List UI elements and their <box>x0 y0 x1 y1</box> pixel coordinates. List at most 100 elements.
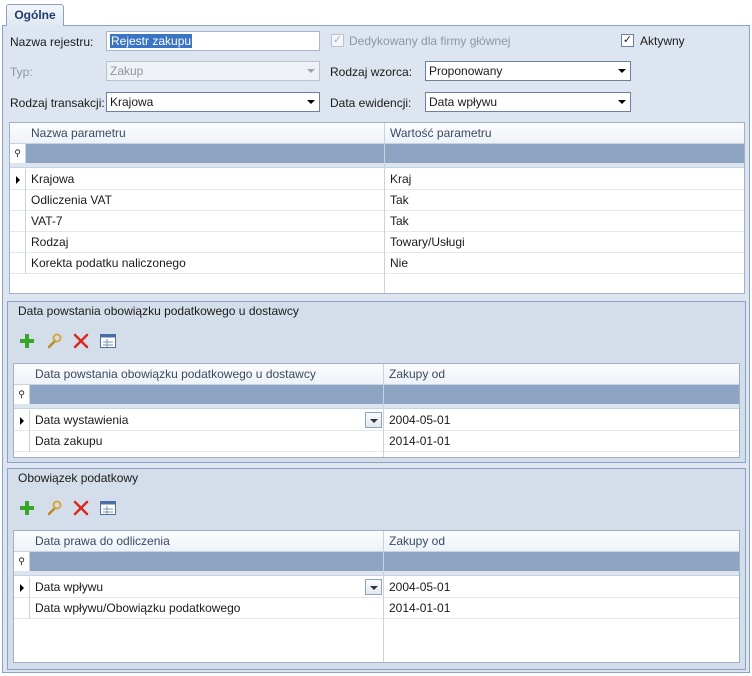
purchases-from-cell[interactable]: 2014-01-01 <box>384 431 450 452</box>
type-label: Typ: <box>10 65 33 79</box>
chevron-down-icon[interactable] <box>365 579 382 595</box>
chevron-down-icon <box>307 100 315 104</box>
delete-x-icon <box>73 500 89 516</box>
tax-obligation-group: Obowiązek podatkowy Data prawa do odlicz… <box>7 468 746 670</box>
active-label: Aktywny <box>640 34 685 48</box>
grid-export-icon <box>100 501 116 515</box>
record-date-select[interactable]: Data wpływu <box>425 92 631 112</box>
table-row[interactable]: Odliczenia VAT Tak <box>10 190 744 211</box>
supplier-grid: Data powstania obowiązku podatkowego u d… <box>13 363 740 458</box>
column-divider <box>383 364 384 457</box>
tax-group-title: Obowiązek podatkowy <box>18 471 139 485</box>
table-row[interactable]: Data zakupu 2014-01-01 <box>14 431 739 452</box>
table-row[interactable]: Korekta podatku naliczonego Nie <box>10 253 744 274</box>
params-grid: Nazwa parametru Wartość parametru ⚲ Kraj… <box>9 122 745 294</box>
register-name-label: Nazwa rejestru: <box>10 35 94 49</box>
tax-grid: Data prawa do odliczenia Zakupy od ⚲ Dat… <box>13 530 740 663</box>
row-indicator <box>14 431 30 452</box>
column-header-param-name[interactable]: Nazwa parametru <box>26 123 126 144</box>
grid-separator <box>10 163 744 168</box>
plus-icon <box>20 334 34 348</box>
table-row[interactable]: Rodzaj Towary/Usługi <box>10 232 744 253</box>
wrench-icon <box>47 333 62 349</box>
add-button[interactable] <box>18 499 36 517</box>
column-header-param-value[interactable]: Wartość parametru <box>385 123 492 144</box>
row-indicator-icon <box>14 577 30 598</box>
table-row[interactable]: Data wystawienia 2004-05-01 <box>14 410 739 431</box>
supplier-group-title: Data powstania obowiązku podatkowego u d… <box>18 304 299 318</box>
param-name-cell: Krajowa <box>31 172 75 186</box>
column-header-deduction-date[interactable]: Data prawa do odliczenia <box>30 531 170 552</box>
column-header-purchases-from[interactable]: Zakupy od <box>384 531 445 552</box>
params-filter-row[interactable]: ⚲ <box>10 144 744 163</box>
row-indicator <box>10 211 26 232</box>
type-select[interactable]: Zakup <box>106 61 320 81</box>
delete-x-icon <box>73 333 89 349</box>
table-row[interactable]: VAT-7 Tak <box>10 211 744 232</box>
row-indicator <box>10 232 26 253</box>
grid-separator <box>14 571 739 576</box>
tax-grid-header: Data prawa do odliczenia Zakupy od <box>14 531 739 552</box>
table-row[interactable]: Krajowa Kraj <box>10 169 744 190</box>
export-button[interactable] <box>99 332 117 350</box>
chevron-down-icon <box>618 69 626 73</box>
chevron-down-icon[interactable] <box>365 412 382 428</box>
table-row[interactable]: Data wpływu 2004-05-01 <box>14 577 739 598</box>
dedicated-label: Dedykowany dla firmy głównej <box>349 34 511 48</box>
chevron-down-icon <box>618 100 626 104</box>
param-value-cell[interactable]: Nie <box>385 253 408 274</box>
filter-pin-icon: ⚲ <box>10 144 26 163</box>
plus-icon <box>20 501 34 515</box>
dedicated-checkbox[interactable]: ✓ <box>331 34 344 47</box>
delete-button[interactable] <box>72 499 90 517</box>
edit-button[interactable] <box>45 499 63 517</box>
record-date-label: Data ewidencji: <box>330 96 412 110</box>
filter-pin-icon: ⚲ <box>14 385 30 404</box>
table-row[interactable]: Data wpływu/Obowiązku podatkowego 2014-01… <box>14 598 739 619</box>
register-name-input[interactable]: Rejestr zakupu <box>106 31 320 51</box>
register-name-value: Rejestr zakupu <box>110 34 193 48</box>
param-value-cell[interactable]: Kraj <box>385 169 411 190</box>
tax-filter-row[interactable]: ⚲ <box>14 552 739 571</box>
pattern-type-value: Proponowany <box>429 64 503 78</box>
params-grid-header: Nazwa parametru Wartość parametru <box>10 123 744 144</box>
grid-export-icon <box>100 334 116 348</box>
date-kind-cell[interactable]: Data wpływu/Obowiązku podatkowego <box>30 598 240 619</box>
export-button[interactable] <box>99 499 117 517</box>
edit-button[interactable] <box>45 332 63 350</box>
wrench-icon <box>47 500 62 516</box>
row-indicator <box>10 190 26 211</box>
param-name-cell: Rodzaj <box>31 235 69 249</box>
param-value-cell[interactable]: Tak <box>385 211 409 232</box>
date-kind-cell[interactable]: Data wpływu <box>30 577 103 598</box>
chevron-down-icon <box>307 69 315 73</box>
column-divider <box>384 123 385 293</box>
transaction-type-select[interactable]: Krajowa <box>106 92 320 112</box>
supplier-filter-row[interactable]: ⚲ <box>14 385 739 404</box>
column-divider <box>383 531 384 662</box>
transaction-type-value: Krajowa <box>110 95 154 109</box>
general-panel: Nazwa rejestru: Rejestr zakupu ✓ Dedykow… <box>2 25 750 673</box>
pattern-type-select[interactable]: Proponowany <box>425 61 631 81</box>
date-kind-cell[interactable]: Data wystawienia <box>30 410 128 431</box>
row-indicator <box>14 598 30 619</box>
date-kind-cell[interactable]: Data zakupu <box>30 431 102 452</box>
grid-separator <box>14 404 739 409</box>
active-checkbox[interactable]: ✓ <box>621 34 634 47</box>
purchases-from-cell[interactable]: 2004-05-01 <box>384 577 450 598</box>
filter-pin-icon: ⚲ <box>14 552 30 571</box>
param-value-cell[interactable]: Towary/Usługi <box>385 232 465 253</box>
row-indicator-icon <box>14 410 30 431</box>
param-name-cell: Korekta podatku naliczonego <box>31 256 186 270</box>
add-button[interactable] <box>18 332 36 350</box>
delete-button[interactable] <box>72 332 90 350</box>
column-header-supplier-date[interactable]: Data powstania obowiązku podatkowego u d… <box>30 364 316 385</box>
pattern-type-label: Rodzaj wzorca: <box>330 65 413 79</box>
tab-general[interactable]: Ogólne <box>6 4 64 26</box>
param-name-cell: VAT-7 <box>31 214 63 228</box>
supplier-grid-header: Data powstania obowiązku podatkowego u d… <box>14 364 739 385</box>
purchases-from-cell[interactable]: 2014-01-01 <box>384 598 450 619</box>
param-value-cell[interactable]: Tak <box>385 190 409 211</box>
column-header-purchases-from[interactable]: Zakupy od <box>384 364 445 385</box>
purchases-from-cell[interactable]: 2004-05-01 <box>384 410 450 431</box>
